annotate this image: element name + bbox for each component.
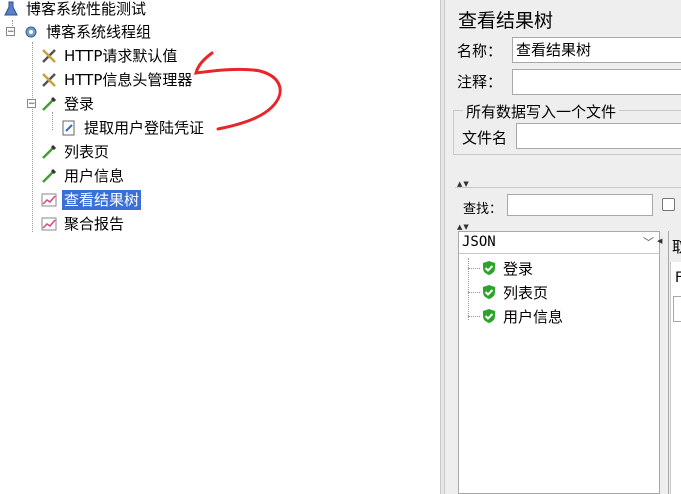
splitter-arrows-icon[interactable]: ◀ bbox=[657, 238, 665, 245]
wrench-icon bbox=[40, 47, 58, 65]
comment-field[interactable] bbox=[512, 69, 681, 95]
wrench-icon bbox=[40, 71, 58, 89]
search-input[interactable] bbox=[507, 194, 653, 216]
test-plan-icon bbox=[2, 0, 20, 18]
tree-guide bbox=[468, 292, 480, 293]
tree-node-view-results-tree[interactable]: 查看结果树 bbox=[40, 189, 142, 211]
tree-node-root[interactable]: 博客系统性能测试 bbox=[2, 0, 148, 20]
tree-node-login[interactable]: 登录 bbox=[40, 93, 96, 115]
tree-node-label: 查看结果树 bbox=[62, 190, 142, 210]
renderer-select[interactable]: JSON ﹀ bbox=[459, 232, 659, 254]
pipette-icon bbox=[40, 95, 58, 113]
tree-node-label: 博客系统线程组 bbox=[46, 23, 152, 41]
result-item-login[interactable]: 登录 bbox=[481, 257, 533, 279]
collapse-toggle-icon[interactable]: − bbox=[27, 99, 36, 109]
tree-node-label: 提取用户登陆凭证 bbox=[84, 119, 205, 137]
tree-node-label: 列表页 bbox=[64, 143, 110, 161]
splitter-arrows-icon[interactable]: ▲▼ bbox=[457, 224, 477, 231]
tree-node-label: 博客系统性能测试 bbox=[26, 0, 147, 18]
filename-label: 文件名 bbox=[462, 129, 508, 147]
gear-icon bbox=[22, 23, 40, 41]
result-item-user-info[interactable]: 用户信息 bbox=[481, 305, 563, 327]
write-to-file-group-title: 所有数据写入一个文件 bbox=[463, 101, 620, 122]
test-plan-tree: 博客系统性能测试 − 博客系统线程组 HTTP请求默认值 HTTP信息头管理器 … bbox=[0, 0, 440, 494]
tree-node-http-header-manager[interactable]: HTTP信息头管理器 bbox=[40, 69, 194, 91]
result-detail-label: F bbox=[675, 270, 681, 286]
success-shield-icon bbox=[481, 260, 497, 276]
renderer-select-value: JSON bbox=[462, 234, 496, 250]
pipette-icon bbox=[40, 143, 58, 161]
tree-node-http-defaults[interactable]: HTTP请求默认值 bbox=[40, 45, 179, 67]
result-item-label: 登录 bbox=[503, 259, 534, 278]
tab-sampler-result[interactable]: 取 bbox=[672, 236, 681, 257]
filename-field[interactable] bbox=[516, 123, 681, 149]
chart-icon bbox=[40, 215, 58, 233]
result-item-list-page[interactable]: 列表页 bbox=[481, 281, 548, 303]
tree-guide bbox=[468, 268, 480, 269]
name-label: 名称： bbox=[457, 42, 503, 60]
tree-node-label: HTTP请求默认值 bbox=[64, 47, 178, 65]
comment-label: 注释： bbox=[457, 73, 503, 91]
tree-node-aggregate-report[interactable]: 聚合报告 bbox=[40, 213, 126, 235]
tree-node-thread-group[interactable]: 博客系统线程组 bbox=[22, 21, 153, 43]
pipette-icon bbox=[40, 167, 58, 185]
extractor-icon bbox=[60, 119, 78, 137]
chevron-down-icon: ﹀ bbox=[643, 236, 654, 249]
search-case-checkbox[interactable] bbox=[662, 198, 675, 211]
tree-node-label: 聚合报告 bbox=[64, 215, 125, 233]
search-label: 查找： bbox=[463, 202, 503, 217]
success-shield-icon bbox=[481, 284, 497, 300]
tree-node-list-page[interactable]: 列表页 bbox=[40, 141, 111, 163]
success-shield-icon bbox=[481, 308, 497, 324]
panel-title: 查看结果树 bbox=[458, 10, 554, 32]
tree-node-label: 用户信息 bbox=[64, 167, 125, 185]
name-field[interactable]: 查看结果树 bbox=[512, 37, 681, 63]
chart-icon bbox=[40, 191, 58, 209]
result-item-label: 用户信息 bbox=[503, 307, 564, 326]
result-detail-box bbox=[673, 296, 681, 322]
result-item-label: 列表页 bbox=[503, 283, 549, 302]
tree-node-user-info[interactable]: 用户信息 bbox=[40, 165, 126, 187]
tree-guide bbox=[32, 42, 33, 232]
tree-node-label: HTTP信息头管理器 bbox=[64, 71, 193, 89]
tree-guide bbox=[468, 316, 480, 317]
collapse-toggle-icon[interactable]: − bbox=[6, 27, 15, 37]
pane-separator bbox=[455, 187, 681, 188]
tree-node-extract-credentials[interactable]: 提取用户登陆凭证 bbox=[60, 117, 206, 139]
tree-node-label: 登录 bbox=[64, 95, 95, 113]
